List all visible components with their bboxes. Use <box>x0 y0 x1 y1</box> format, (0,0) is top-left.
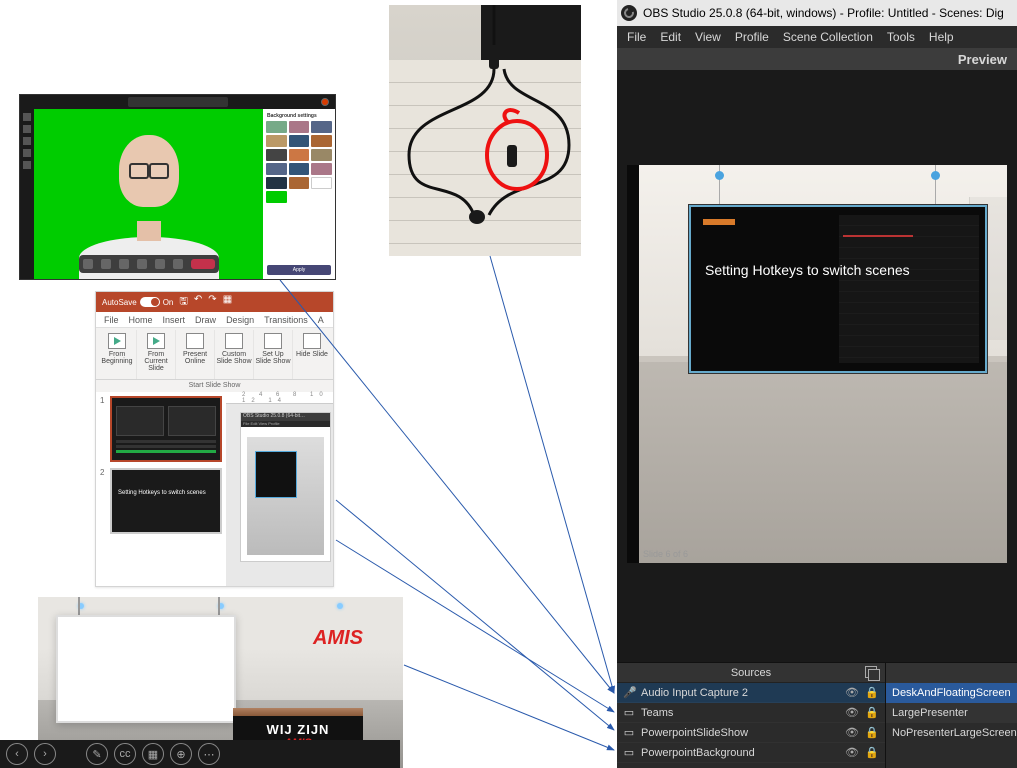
custom-show-button[interactable]: Custom Slide Show <box>215 330 254 379</box>
eye-icon[interactable]: 👁 <box>845 686 859 699</box>
eye-icon[interactable]: 👁 <box>845 726 859 739</box>
usb-dongle <box>489 45 499 69</box>
powerpoint-window: AutoSaveOn 🖫↶↷▦ File Home Insert Draw De… <box>95 291 334 587</box>
ppt-tabs[interactable]: File Home Insert Draw Design Transitions… <box>96 312 333 328</box>
menu-file[interactable]: File <box>627 30 646 44</box>
teams-search[interactable] <box>128 97 228 107</box>
win-icon: ▭ <box>623 726 635 739</box>
source-label: PowerpointSlideShow <box>641 727 839 739</box>
teams-call-toolbar[interactable] <box>79 255 219 273</box>
menu-view[interactable]: View <box>695 30 721 44</box>
inline-remote <box>507 145 517 167</box>
amis-logo: AMIS <box>313 627 363 650</box>
sources-header: Sources <box>617 663 885 683</box>
pen-button[interactable]: ✎ <box>86 743 108 765</box>
hide-slide-button[interactable]: Hide Slide <box>293 330 331 379</box>
mic-icon: 🎤 <box>623 686 635 699</box>
ribbon-group: Start Slide Show <box>96 380 333 392</box>
prev-slide-button[interactable]: ‹ <box>6 743 28 765</box>
menu-scene-collection[interactable]: Scene Collection <box>783 30 873 44</box>
lock-icon[interactable]: 🔒 <box>865 726 879 739</box>
win-icon: ▭ <box>623 706 635 719</box>
lock-icon[interactable]: 🔒 <box>865 686 879 699</box>
obs-titlebar: OBS Studio 25.0.8 (64-bit, windows) - Pr… <box>617 0 1017 26</box>
from-beginning-button[interactable]: From Beginning <box>98 330 137 379</box>
slide-thumbnails[interactable]: 1 2 Setting Hotkeys to switch scenes <box>96 392 226 586</box>
lock-icon[interactable]: 🔒 <box>865 706 879 719</box>
next-slide-button[interactable]: › <box>34 743 56 765</box>
obs-preview-area[interactable]: Setting Hotkeys to switch scenes Slide 6… <box>617 70 1017 662</box>
source-row[interactable]: ▭ PowerpointBackground 👁 🔒 <box>617 743 885 763</box>
scenes-panel: DeskAndFloatingScreenLargePresenterNoPre… <box>885 663 1017 768</box>
menu-tools[interactable]: Tools <box>887 30 915 44</box>
autosave-toggle[interactable]: AutoSaveOn <box>102 297 173 307</box>
source-row[interactable]: 🎤 Audio Input Capture 2 👁 🔒 <box>617 683 885 703</box>
ppt-ribbon: From Beginning From Current Slide Presen… <box>96 328 333 380</box>
slide-thumb-2[interactable]: Setting Hotkeys to switch scenes <box>110 468 222 534</box>
more-button[interactable]: ⋯ <box>198 743 220 765</box>
menu-help[interactable]: Help <box>929 30 954 44</box>
sources-panel: Sources 🎤 Audio Input Capture 2 👁 🔒 ▭ Teams 👁 🔒… <box>617 663 885 768</box>
earbud <box>469 210 485 224</box>
view-button[interactable]: ▦ <box>142 743 164 765</box>
presenter-toolbar[interactable]: ‹ › ✎ cc ▦ ⊕ ⋯ <box>0 740 400 768</box>
bg-apply-button[interactable]: Apply <box>267 265 331 275</box>
tab-design[interactable]: Design <box>226 315 254 325</box>
scene-row[interactable]: DeskAndFloatingScreen <box>886 683 1017 703</box>
scene-row[interactable]: LargePresenter <box>886 703 1017 723</box>
virtual-screen <box>56 615 236 723</box>
earbud-photo <box>389 5 581 256</box>
quick-access[interactable]: 🖫↶↷▦ <box>179 294 232 311</box>
ruler: 2 4 6 8 10 12 14 <box>226 392 333 404</box>
tab-insert[interactable]: Insert <box>163 315 186 325</box>
from-current-button[interactable]: From Current Slide <box>137 330 176 379</box>
ppt-titlebar: AutoSaveOn 🖫↶↷▦ <box>96 292 333 312</box>
slide-counter: Slide 6 of 6 <box>643 549 688 559</box>
teams-video-green <box>34 109 263 279</box>
duplicate-icon[interactable] <box>865 666 877 678</box>
scene-row[interactable]: NoPresenterLargeScreen <box>886 723 1017 743</box>
teams-avatar[interactable] <box>321 98 329 106</box>
teams-bg-panel: Background settings Apply <box>263 109 335 279</box>
resize-handle[interactable] <box>931 171 940 180</box>
slide-thumb-1[interactable] <box>110 396 222 462</box>
tab-transitions[interactable]: Transitions <box>264 315 308 325</box>
tab-file[interactable]: File <box>104 315 119 325</box>
menu-edit[interactable]: Edit <box>660 30 681 44</box>
source-label: Teams <box>641 707 839 719</box>
source-row[interactable]: ▭ PowerpointSlideShow 👁 🔒 <box>617 723 885 743</box>
obs-window: OBS Studio 25.0.8 (64-bit, windows) - Pr… <box>617 0 1017 768</box>
teams-titlebar <box>20 95 335 109</box>
source-row[interactable]: ▭ Teams 👁 🔒 <box>617 703 885 723</box>
resize-handle[interactable] <box>715 171 724 180</box>
slide-editor[interactable]: 2 4 6 8 10 12 14 OBS Studio 25.0.8 (64-b… <box>226 392 333 586</box>
embedded-obs-capture: OBS Studio 25.0.8 (64-bit… File Edit Vie… <box>240 412 331 562</box>
lock-icon[interactable]: 🔒 <box>865 746 879 759</box>
teams-window: Background settings Apply <box>19 94 336 280</box>
obs-logo-icon <box>621 5 637 21</box>
eye-icon[interactable]: 👁 <box>845 706 859 719</box>
tab-a[interactable]: A <box>318 315 324 325</box>
menu-profile[interactable]: Profile <box>735 30 769 44</box>
bg-thumbnails[interactable] <box>266 121 332 203</box>
source-label: PowerpointBackground <box>641 747 839 759</box>
scene-preview[interactable]: Setting Hotkeys to switch scenes Slide 6… <box>627 165 1007 563</box>
present-online-button[interactable]: Present Online <box>176 330 215 379</box>
subtitle-button[interactable]: cc <box>114 743 136 765</box>
obs-menubar[interactable]: File Edit View Profile Scene Collection … <box>617 26 1017 48</box>
teams-apprail <box>20 109 34 279</box>
eye-icon[interactable]: 👁 <box>845 746 859 759</box>
setup-button[interactable]: Set Up Slide Show <box>254 330 293 379</box>
zoom-button[interactable]: ⊕ <box>170 743 192 765</box>
floating-slide-source[interactable]: Setting Hotkeys to switch scenes <box>689 205 987 373</box>
source-label: Audio Input Capture 2 <box>641 687 839 699</box>
preview-label: Preview <box>617 48 1017 70</box>
win-icon: ▭ <box>623 746 635 759</box>
tab-draw[interactable]: Draw <box>195 315 216 325</box>
tab-home[interactable]: Home <box>129 315 153 325</box>
bg-panel-title: Background settings <box>266 112 332 121</box>
